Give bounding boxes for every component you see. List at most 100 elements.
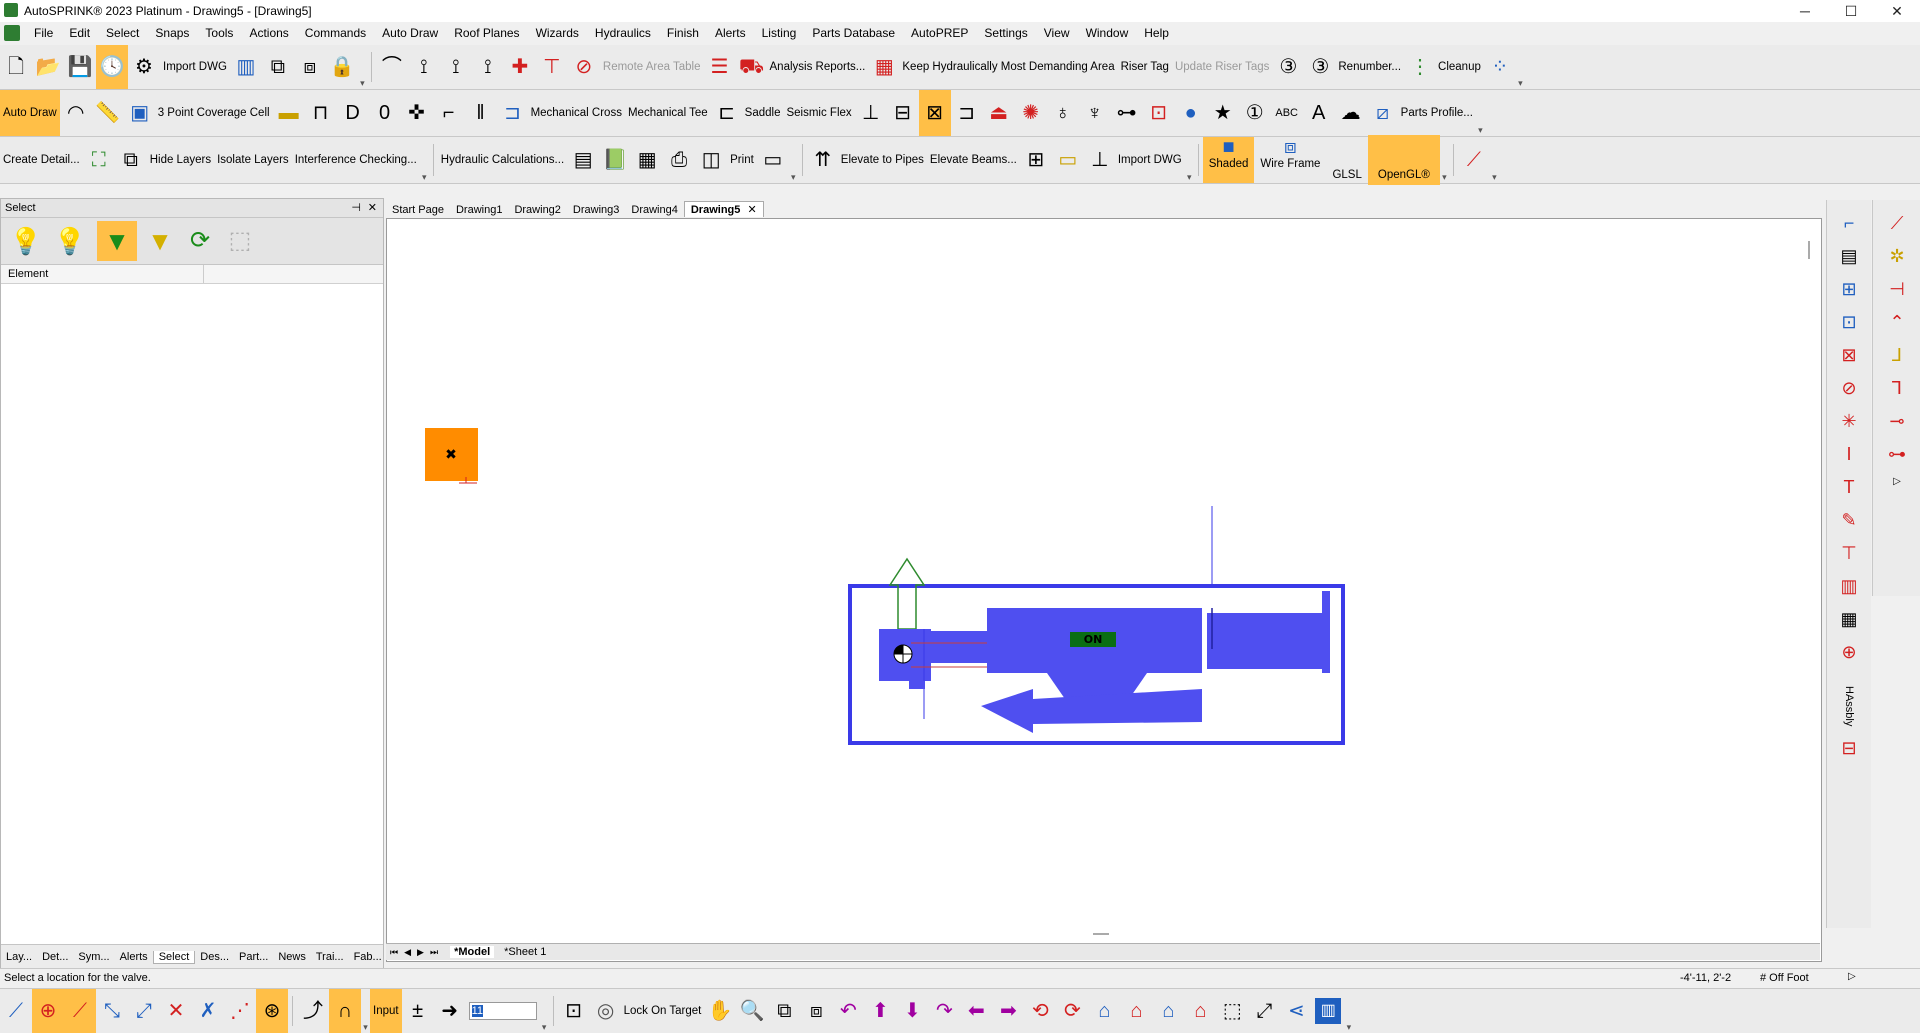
tab-drawing4[interactable]: Drawing4 (625, 203, 683, 217)
toolbar-grip[interactable]: ▾ (1344, 989, 1353, 1033)
view-side-button[interactable]: ⌂ (1152, 989, 1184, 1033)
printer-button[interactable]: ⎙ (663, 137, 695, 183)
elevation-button[interactable]: ⊞ (1020, 137, 1052, 183)
text-button[interactable]: A (1303, 90, 1335, 136)
cleanup-button[interactable]: ⋮ Cleanup (1404, 45, 1484, 89)
expand-icon[interactable]: ▷ (1893, 476, 1901, 487)
beam-button[interactable]: ▭ (1052, 137, 1084, 183)
preview-button[interactable]: ◫ (695, 137, 727, 183)
saddle-button[interactable]: ⊏ Saddle (711, 90, 784, 136)
menu-help[interactable]: Help (1136, 22, 1177, 44)
table-button[interactable]: ▦ (631, 137, 663, 183)
open-button[interactable]: 📂 (32, 45, 64, 89)
tab-fabrication[interactable]: Fab... (349, 951, 387, 963)
import-dwg-button[interactable]: Import DWG (160, 45, 230, 89)
cap-button[interactable]: D (337, 90, 369, 136)
toolbar-grip[interactable]: ▾ (1476, 90, 1485, 136)
split-view-button[interactable]: ▥ (1312, 989, 1344, 1033)
chart-button[interactable]: ▤ (567, 137, 599, 183)
abc-button[interactable]: ABC (1271, 90, 1303, 136)
minimize-button[interactable]: ─ (1782, 0, 1828, 22)
assembly-star-icon[interactable]: ✳ (1838, 410, 1860, 432)
tab-drawing3[interactable]: Drawing3 (567, 203, 625, 217)
target-button[interactable]: ⊡ (558, 989, 590, 1033)
assembly-beam-icon[interactable]: I (1838, 443, 1860, 465)
parts-profile-button[interactable]: ⧄ Parts Profile... (1367, 90, 1476, 136)
union-button[interactable]: ⊟ (887, 90, 919, 136)
tab-details[interactable]: Det... (37, 951, 73, 963)
update-riser-tags-button[interactable]: Update Riser Tags (1172, 45, 1272, 89)
document-icon[interactable] (4, 25, 20, 41)
toolbar-grip[interactable]: ▾ (789, 137, 798, 183)
menu-parts-database[interactable]: Parts Database (804, 22, 903, 44)
alarm-button[interactable]: ✺ (1015, 90, 1047, 136)
check-button[interactable]: ⊶ (1111, 90, 1143, 136)
glsl-button[interactable]: GLSL (1326, 135, 1367, 185)
star-button[interactable]: ★ (1207, 90, 1239, 136)
value-field[interactable]: 11 (466, 989, 540, 1033)
view-top-button[interactable]: ⌂ (1120, 989, 1152, 1033)
assembly-link-icon[interactable]: ⊞ (1838, 278, 1860, 300)
menu-hydraulics[interactable]: Hydraulics (587, 22, 659, 44)
zoom-button[interactable]: 🔍 (736, 989, 768, 1033)
view-iso-button[interactable]: ⌂ (1184, 989, 1216, 1033)
sprinkler-button[interactable]: ⟟ (408, 45, 440, 89)
assembly-text-icon[interactable]: T (1838, 476, 1860, 498)
tab-drawing2[interactable]: Drawing2 (508, 203, 566, 217)
snap-center-button[interactable]: ⊕ (32, 989, 64, 1033)
lock-button[interactable]: 🔒 (326, 45, 358, 89)
flange-button[interactable]: ⊐ (951, 90, 983, 136)
tab-start-page[interactable]: Start Page (386, 203, 450, 217)
toolbar-grip[interactable]: ▾ (1516, 45, 1525, 89)
riser-button[interactable]: ✚ (504, 45, 536, 89)
test-button[interactable]: ♆ (1079, 90, 1111, 136)
renumber-button[interactable]: ③ Renumber... (1304, 45, 1404, 89)
undo-view-button[interactable]: ↶ (832, 989, 864, 1033)
column-divider[interactable] (203, 265, 204, 283)
tab-parts[interactable]: Part... (234, 951, 273, 963)
filter-green-icon[interactable]: ▼ (97, 221, 137, 261)
pan-button[interactable]: ✋ (704, 989, 736, 1033)
gauge-button[interactable]: ♁ (1047, 90, 1079, 136)
menu-tools[interactable]: Tools (197, 22, 241, 44)
zoom-window-button[interactable]: ⧉ (768, 989, 800, 1033)
assembly-add-icon[interactable]: ⊕ (1838, 641, 1860, 663)
toolbar-grip[interactable]: ▾ (361, 989, 370, 1033)
menu-listing[interactable]: Listing (754, 22, 805, 44)
toolbar-grip[interactable]: ▾ (1490, 137, 1499, 183)
frame-button[interactable]: ▭ (757, 137, 789, 183)
menu-actions[interactable]: Actions (241, 22, 296, 44)
tab-alerts[interactable]: Alerts (115, 951, 153, 963)
menu-view[interactable]: View (1036, 22, 1078, 44)
menu-snaps[interactable]: Snaps (147, 22, 197, 44)
snap-tangent-button[interactable]: ⤴ (297, 989, 329, 1033)
maximize-button[interactable]: ☐ (1828, 0, 1874, 22)
next-sheet-icon[interactable]: ▶ (417, 947, 424, 958)
menu-autoprep[interactable]: AutoPREP (903, 22, 976, 44)
enter-button[interactable]: ➜ (434, 989, 466, 1033)
refresh-icon[interactable]: ⟳ (187, 228, 213, 254)
remote-area-table-button[interactable]: Remote Area Table (600, 45, 704, 89)
tab-sheet1[interactable]: *Sheet 1 (500, 946, 550, 958)
tab-drawing1[interactable]: Drawing1 (450, 203, 508, 217)
tab-symbols[interactable]: Sym... (73, 951, 114, 963)
cross-button[interactable]: ✜ (401, 90, 433, 136)
interference-button[interactable]: Interference Checking... (292, 137, 420, 183)
value-input[interactable]: 11 (468, 1002, 537, 1020)
book-button[interactable]: 📗 (599, 137, 631, 183)
snap-intersection-button[interactable]: ✕ (160, 989, 192, 1033)
opengl-button[interactable]: OpenGL® (1367, 135, 1440, 185)
menu-select[interactable]: Select (98, 22, 147, 44)
snap-magnet-button[interactable]: ∩ (329, 989, 361, 1033)
assembly-edit-icon[interactable]: ⊘ (1838, 377, 1860, 399)
drawing-canvas[interactable]: ✖ ON (386, 218, 1822, 962)
rotate-button[interactable]: ⟳ (1056, 989, 1088, 1033)
fitting-button[interactable]: ⊓ (305, 90, 337, 136)
menu-roof-planes[interactable]: Roof Planes (446, 22, 527, 44)
pipe-multi-icon[interactable]: ⅂ (1886, 377, 1908, 399)
tag-button[interactable]: ① (1239, 90, 1271, 136)
redo-view-button[interactable]: ↷ (928, 989, 960, 1033)
snap-dimension-button[interactable]: ⟋ (0, 989, 32, 1033)
calc-button[interactable]: ⊘ (568, 45, 600, 89)
create-detail-button[interactable]: Create Detail... (0, 137, 83, 183)
